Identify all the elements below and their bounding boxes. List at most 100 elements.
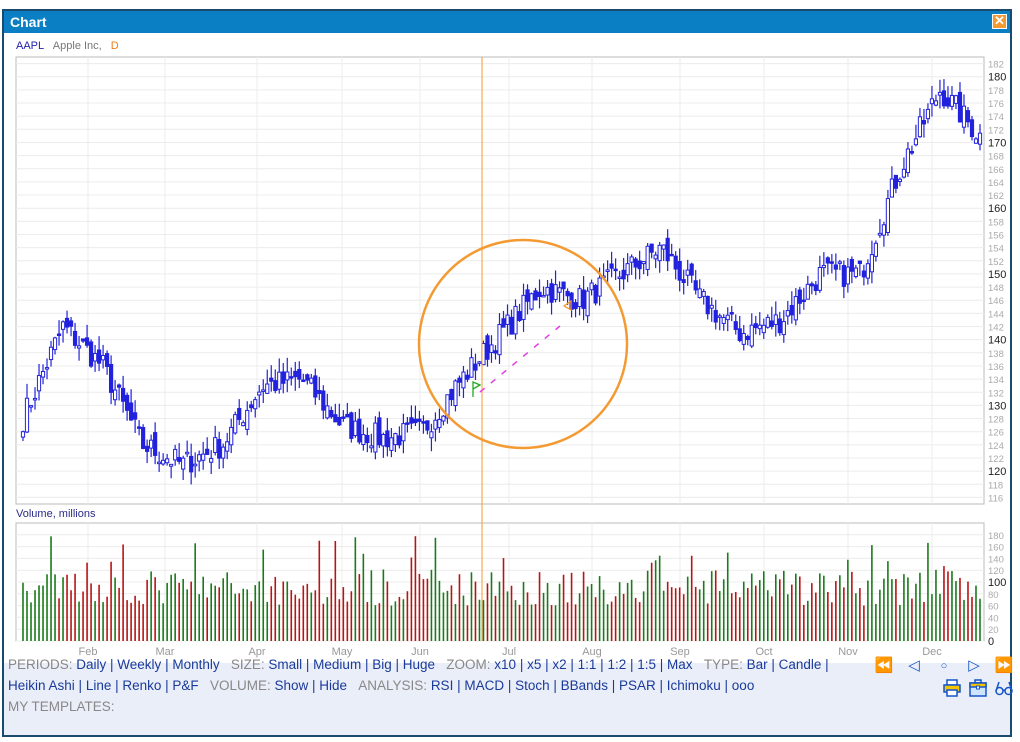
option-bbands[interactable]: BBands xyxy=(561,678,608,693)
candle-body xyxy=(557,287,562,293)
candle-body xyxy=(765,316,770,328)
option-big[interactable]: Big xyxy=(372,657,392,672)
candle-body xyxy=(425,420,430,431)
price-tick-label: 164 xyxy=(988,178,1004,189)
candle-body xyxy=(637,260,642,270)
candle-body xyxy=(757,324,762,330)
candle-body xyxy=(245,409,250,430)
close-icon[interactable]: ✕ xyxy=(992,14,1007,29)
print-icon[interactable] xyxy=(942,678,962,698)
volume-tick-label: 100 xyxy=(988,577,1006,589)
option-ichimoku[interactable]: Ichimoku xyxy=(667,678,721,693)
candle-body xyxy=(265,383,270,394)
separator: | xyxy=(607,678,619,693)
option-x5[interactable]: x5 xyxy=(527,657,541,672)
candle-body xyxy=(369,445,374,449)
option-renko[interactable]: Renko xyxy=(122,678,161,693)
separator: | xyxy=(161,678,173,693)
option-psar[interactable]: PSAR xyxy=(619,678,656,693)
candle-body xyxy=(861,270,866,278)
glasses-icon[interactable] xyxy=(994,678,1014,698)
option-x10[interactable]: x10 xyxy=(494,657,516,672)
candle-body xyxy=(317,389,322,394)
briefcase-icon[interactable] xyxy=(968,678,988,698)
option-medium[interactable]: Medium xyxy=(313,657,361,672)
option-x2[interactable]: x2 xyxy=(552,657,566,672)
option-daily[interactable]: Daily xyxy=(76,657,106,672)
candle-body xyxy=(389,437,394,451)
separator: | xyxy=(596,657,608,672)
candle-body xyxy=(497,324,502,356)
option-stoch[interactable]: Stoch xyxy=(515,678,550,693)
price-tick-label: 162 xyxy=(988,191,1004,202)
step-forward-icon[interactable]: ▷ xyxy=(964,656,984,676)
price-tick-label: 138 xyxy=(988,349,1004,360)
option-bar[interactable]: Bar xyxy=(747,657,768,672)
option-macd[interactable]: MACD xyxy=(464,678,504,693)
option-max[interactable]: Max xyxy=(667,657,693,672)
candle-body xyxy=(88,341,94,367)
candle-body xyxy=(877,232,882,236)
candle-body xyxy=(593,284,598,304)
candle-body xyxy=(100,355,106,361)
candle-body xyxy=(365,434,370,444)
candle-body xyxy=(205,448,210,455)
candle-body xyxy=(717,315,722,318)
candle-body xyxy=(969,119,975,138)
candle-body xyxy=(60,321,66,330)
candle-body xyxy=(953,95,959,104)
option-1-2[interactable]: 1:2 xyxy=(607,657,626,672)
option-line[interactable]: Line xyxy=(86,678,112,693)
price-volume-chart[interactable]: 1161181201221241261281301321341361381401… xyxy=(4,33,1010,663)
fast-forward-end-icon[interactable]: ⏩ xyxy=(994,656,1014,676)
chart-window: Chart ✕ AAPL Apple Inc, D 116 118 120 122 12… xyxy=(2,9,1012,737)
price-tick-label: 148 xyxy=(988,283,1004,294)
candle-body xyxy=(433,419,438,430)
option-candle[interactable]: Candle xyxy=(779,657,822,672)
candle-body xyxy=(737,328,742,341)
candle-body xyxy=(441,415,446,422)
candle-body xyxy=(973,138,979,144)
candle-body xyxy=(277,371,282,390)
separator: | xyxy=(516,657,528,672)
candle-body xyxy=(273,380,278,392)
option-monthly[interactable]: Monthly xyxy=(172,657,219,672)
price-tick-label: 154 xyxy=(988,244,1004,255)
candle-body xyxy=(197,454,202,462)
option-hide[interactable]: Hide xyxy=(319,678,347,693)
candle-body xyxy=(649,243,654,253)
volume-tick-label: 20 xyxy=(988,625,999,636)
price-tick-label: 124 xyxy=(988,441,1004,452)
rewind-start-icon[interactable]: ⏪ xyxy=(874,656,894,676)
option-1-1[interactable]: 1:1 xyxy=(578,657,597,672)
candle-body xyxy=(965,110,971,123)
separator: | xyxy=(308,678,320,693)
candle-body xyxy=(633,258,638,268)
reset-icon[interactable]: ○ xyxy=(934,656,954,676)
candle-body xyxy=(805,283,810,300)
option-ooo[interactable]: ooo xyxy=(732,678,755,693)
option-heikin-ashi[interactable]: Heikin Ashi xyxy=(8,678,75,693)
price-tick-label: 144 xyxy=(988,309,1004,320)
candle-body xyxy=(833,264,838,270)
option-small[interactable]: Small xyxy=(268,657,302,672)
option-huge[interactable]: Huge xyxy=(403,657,435,672)
price-tick-label: 142 xyxy=(988,323,1004,334)
candle-body xyxy=(937,91,943,96)
option-weekly[interactable]: Weekly xyxy=(117,657,161,672)
price-tick-label: 182 xyxy=(988,60,1004,71)
price-tick-label: 116 xyxy=(988,493,1003,504)
candle-body xyxy=(845,266,850,285)
candle-body xyxy=(72,330,78,346)
option-rsi[interactable]: RSI xyxy=(431,678,454,693)
candle-body xyxy=(121,387,126,402)
controls-row-2: Heikin Ashi | Line | Renko | P&F VOLUME:… xyxy=(8,675,844,696)
option-1-5[interactable]: 1:5 xyxy=(637,657,656,672)
option-p-f[interactable]: P&F xyxy=(172,678,198,693)
candle-body xyxy=(777,318,782,334)
step-back-icon[interactable]: ◁ xyxy=(904,656,924,676)
candle-body xyxy=(133,412,138,420)
candle-body xyxy=(241,422,246,427)
option-show[interactable]: Show xyxy=(274,678,308,693)
candle-body xyxy=(661,244,666,250)
